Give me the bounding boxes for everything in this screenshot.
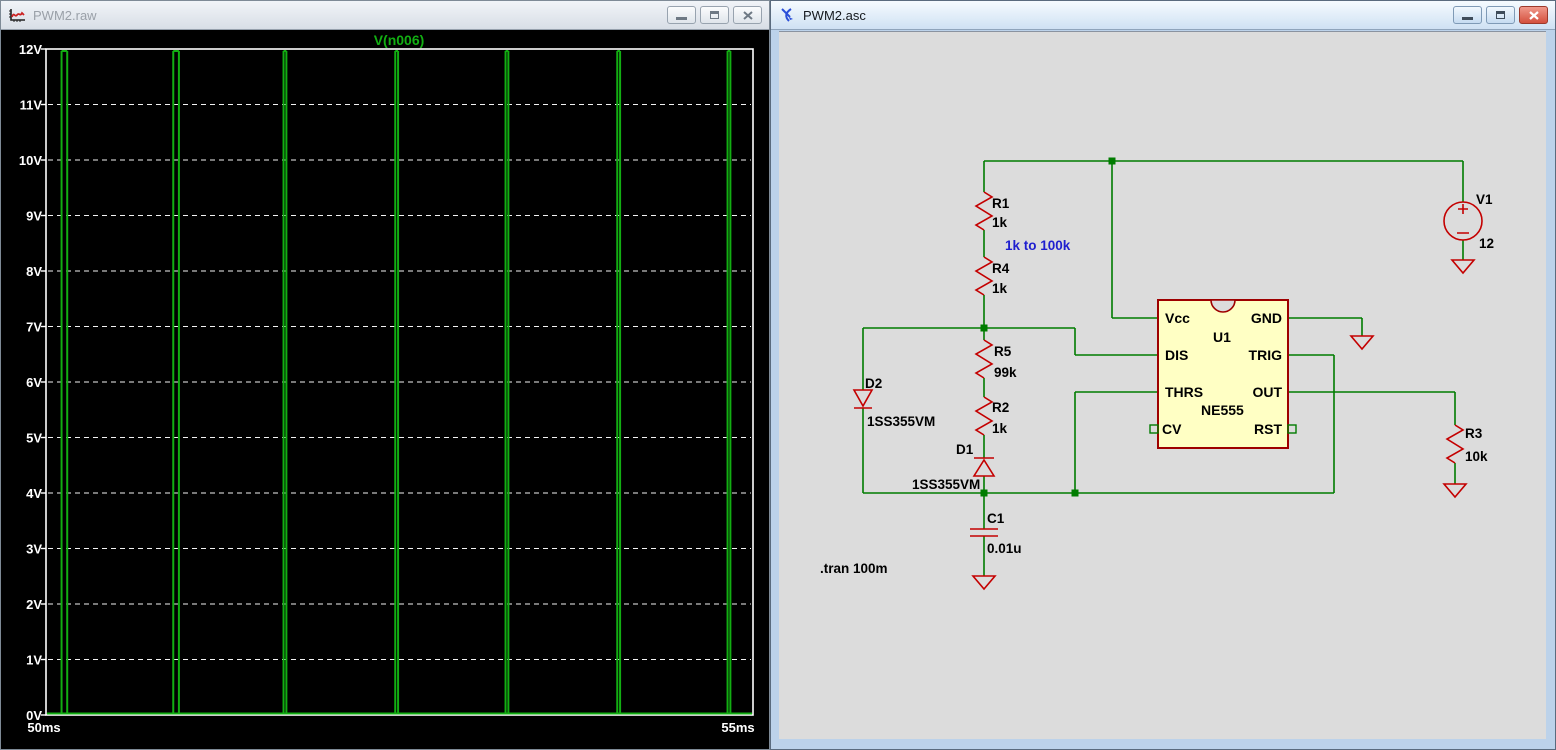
pin-terminal-cv[interactable]: [1150, 425, 1158, 433]
component-name: R5: [994, 344, 1012, 359]
waveform-icon: [9, 7, 27, 23]
component-name: D1: [956, 442, 974, 457]
pin-label-rst: RST: [1254, 421, 1282, 437]
pin-label-out: OUT: [1252, 384, 1282, 400]
y-tick-label: 9V: [26, 209, 42, 224]
component-name: R3: [1465, 426, 1483, 441]
pin-label-cv: CV: [1162, 421, 1182, 437]
schematic-window: PWM2.asc: [770, 0, 1556, 750]
component-name: C1: [987, 511, 1005, 526]
window-title: PWM2.raw: [33, 8, 97, 23]
resistor-r1[interactable]: R1 1k: [976, 192, 1010, 230]
close-button[interactable]: [1519, 6, 1548, 24]
pin-label-thrs: THRS: [1165, 384, 1203, 400]
spice-directive[interactable]: .tran 100m: [820, 561, 888, 576]
pin-label-trig: TRIG: [1249, 347, 1283, 363]
minimize-button[interactable]: [667, 6, 696, 24]
restore-icon: [1496, 11, 1505, 19]
junction-dot: [981, 490, 988, 497]
close-button[interactable]: [733, 6, 762, 24]
schematic-window-titlebar[interactable]: PWM2.asc: [771, 1, 1555, 30]
ground-symbol: [1452, 260, 1474, 273]
y-tick-label: 1V: [26, 653, 42, 668]
component-name: V1: [1476, 192, 1493, 207]
resistor-r5[interactable]: R5 99k: [976, 340, 1017, 380]
minimize-button[interactable]: [1453, 6, 1482, 24]
pin-label-vcc: Vcc: [1165, 310, 1190, 326]
y-tick-label: 11V: [20, 98, 43, 113]
diode-d1[interactable]: D1 1SS355VM: [912, 442, 994, 492]
restore-icon: [710, 11, 719, 19]
minimize-icon: [676, 17, 687, 20]
diode-d2[interactable]: D2 1SS355VM: [854, 376, 935, 429]
waveform-window: PWM2.raw V(n006) 0V1V2V3V4V5V6V7V8V9V10V…: [0, 0, 770, 750]
junction-dot: [981, 325, 988, 332]
ic-u1-ne555[interactable]: Vcc DIS THRS CV GND TRIG OUT RST U1 NE55…: [1150, 300, 1296, 448]
x-tick-label-right: 55ms: [721, 720, 754, 735]
y-axis-labels: 0V1V2V3V4V5V6V7V8V9V10V11V12V: [19, 42, 46, 723]
restore-button[interactable]: [1486, 6, 1515, 24]
resistor-r3[interactable]: R3 10k: [1447, 425, 1488, 464]
component-name: R1: [992, 196, 1010, 211]
capacitor-c1[interactable]: C1 0.01u: [970, 511, 1022, 556]
y-tick-label: 5V: [26, 431, 42, 446]
component-value: 10k: [1465, 449, 1488, 464]
component-value: 1k: [992, 281, 1008, 296]
gridlines: [48, 105, 751, 660]
waveform-window-titlebar[interactable]: PWM2.raw: [1, 1, 769, 30]
pin-label-gnd: GND: [1251, 310, 1282, 326]
component-value: 0.01u: [987, 541, 1022, 556]
y-tick-label: 12V: [19, 42, 42, 57]
trace-legend[interactable]: V(n006): [374, 32, 425, 48]
restore-button[interactable]: [700, 6, 729, 24]
minimize-icon: [1462, 17, 1473, 20]
voltage-source-v1[interactable]: V1 12: [1444, 192, 1494, 251]
x-tick-label-left: 50ms: [27, 720, 60, 735]
component-value: NE555: [1201, 402, 1244, 418]
y-tick-label: 2V: [26, 597, 42, 612]
y-tick-label: 4V: [26, 486, 42, 501]
ground-symbol: [1351, 336, 1373, 349]
resistor-r2[interactable]: R2 1k: [976, 397, 1009, 436]
component-value: 12: [1479, 236, 1494, 251]
y-tick-label: 8V: [26, 264, 42, 279]
schematic-icon: [779, 7, 797, 23]
junction-dot: [1072, 490, 1079, 497]
resistor-r4[interactable]: R4 1k: [976, 257, 1010, 296]
pin-terminal-rst[interactable]: [1288, 425, 1296, 433]
window-title: PWM2.asc: [803, 8, 866, 23]
ground-symbol: [1444, 484, 1466, 497]
pin-label-dis: DIS: [1165, 347, 1188, 363]
ground-symbol: [973, 576, 995, 589]
component-value: 99k: [994, 365, 1017, 380]
annotation-comment[interactable]: 1k to 100k: [1005, 238, 1071, 253]
component-name: D2: [865, 376, 882, 391]
component-name: R4: [992, 261, 1010, 276]
close-icon: [1529, 11, 1539, 20]
component-name: U1: [1213, 329, 1231, 345]
component-value: 1k: [992, 215, 1008, 230]
component-value: 1SS355VM: [912, 477, 980, 492]
y-tick-label: 6V: [26, 375, 42, 390]
component-value: 1k: [992, 421, 1008, 436]
y-tick-label: 3V: [26, 542, 42, 557]
junction-dot: [1109, 158, 1116, 165]
close-icon: [743, 11, 753, 20]
schematic-canvas[interactable]: R1 1k R4 1k R5 99k R2 1k R3 10k: [779, 31, 1546, 739]
plot-area[interactable]: V(n006) 0V1V2V3V4V5V6V7V8V9V10V11V12V 50…: [4, 31, 768, 748]
component-name: R2: [992, 400, 1009, 415]
y-tick-label: 7V: [26, 320, 42, 335]
y-tick-label: 10V: [19, 153, 42, 168]
component-value: 1SS355VM: [867, 414, 935, 429]
